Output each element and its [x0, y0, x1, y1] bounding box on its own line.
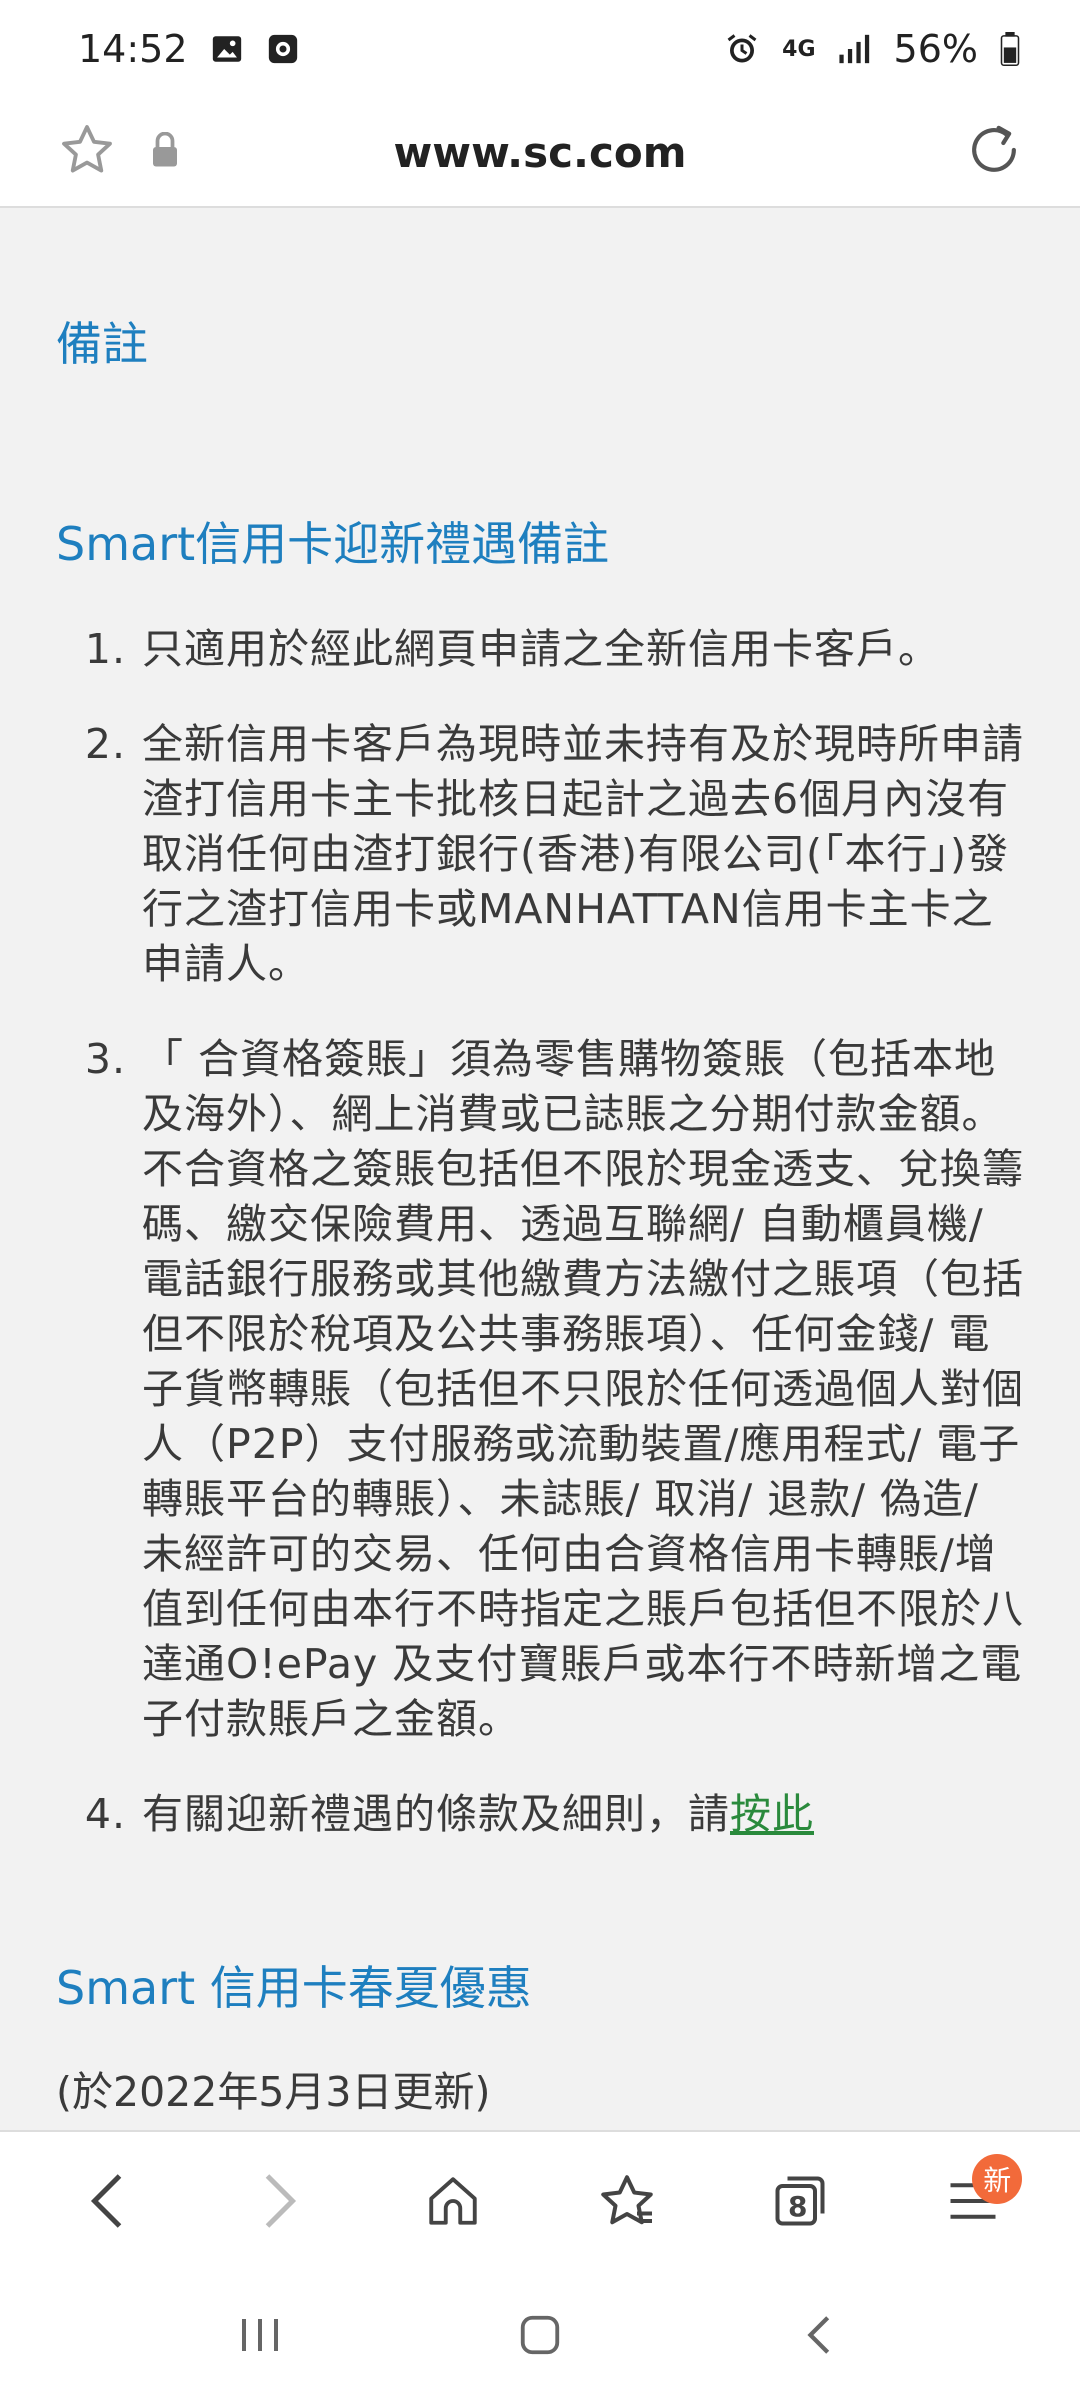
smart-card-welcome-heading: Smart信用卡迎新禮遇備註	[56, 517, 610, 571]
list-item-number: 3.	[84, 1035, 126, 1083]
status-time: 14:52	[78, 27, 188, 71]
list-item-text: 只適用於經此網頁申請之全新信用卡客戶。	[142, 625, 940, 673]
list-item-number: 4.	[84, 1790, 126, 1838]
reload-icon[interactable]	[966, 125, 1022, 182]
home-nav-icon	[520, 2315, 560, 2355]
forward-button[interactable]	[225, 2146, 335, 2256]
back-button[interactable]	[52, 2146, 162, 2256]
status-bar: 14:52 4G 56%	[0, 0, 1080, 98]
list-item-text: 有關迎新禮遇的條款及細則，請	[142, 1790, 730, 1838]
terms-link[interactable]: 按此	[730, 1790, 814, 1838]
chevron-left-icon	[90, 2174, 121, 2228]
bookmarks-button[interactable]	[572, 2146, 682, 2256]
bookmark-star-icon[interactable]	[58, 121, 116, 183]
bookmarks-star-icon	[600, 2175, 653, 2225]
recent-apps-icon	[242, 2319, 278, 2351]
url-bar: www.sc.com	[0, 98, 1080, 208]
menu-button[interactable]: 新	[918, 2146, 1028, 2256]
battery-percent: 56%	[893, 27, 978, 71]
battery-icon	[1000, 32, 1020, 66]
lock-icon[interactable]	[150, 131, 180, 172]
status-left: 14:52	[78, 27, 300, 71]
list-item-text: 全新信用卡客戶為現時並未持有及於現時所申請渣打信用卡主卡批核日起計之過去6個月內…	[142, 720, 1024, 988]
page-content[interactable]: 備註 Smart信用卡迎新禮遇備註 1. 只適用於經此網頁申請之全新信用卡客戶。…	[0, 208, 1080, 2130]
recent-apps-button[interactable]	[200, 2285, 320, 2385]
notes-heading: 備註	[56, 317, 148, 371]
tabs-count: 8	[787, 2190, 808, 2223]
back-nav-button[interactable]	[760, 2285, 880, 2385]
list-item: 2. 全新信用卡客戶為現時並未持有及於現時所申請渣打信用卡主卡批核日起計之過去6…	[56, 717, 1024, 992]
screen-recorder-icon	[266, 32, 300, 66]
status-right: 4G 56%	[724, 27, 1020, 71]
back-nav-icon	[807, 2316, 830, 2354]
list-item: 1. 只適用於經此網頁申請之全新信用卡客戶。	[56, 622, 1024, 677]
list-item-text-container: 有關迎新禮遇的條款及細則，請按此	[142, 1787, 1024, 1842]
alarm-icon	[724, 31, 760, 67]
update-note: (於2022年5月3日更新)	[56, 2068, 491, 2116]
home-button[interactable]	[398, 2146, 508, 2256]
system-nav-bar	[0, 2270, 1080, 2400]
list-item-text: 「 合資格簽賬」須為零售購物簽賬（包括本地及海外）、網上消費或已誌賬之分期付款金…	[142, 1035, 1024, 1743]
list-item-number: 2.	[84, 720, 126, 768]
home-nav-button[interactable]	[480, 2285, 600, 2385]
new-badge: 新	[972, 2154, 1023, 2204]
browser-toolbar: 8 新	[0, 2130, 1080, 2270]
spring-summer-offer-heading: Smart 信用卡春夏優惠	[56, 1961, 532, 2015]
signal-icon	[838, 34, 872, 64]
notes-list: 1. 只適用於經此網頁申請之全新信用卡客戶。 2. 全新信用卡客戶為現時並未持有…	[56, 622, 1024, 1842]
url-right	[966, 122, 1022, 182]
url-left	[58, 121, 180, 183]
list-item: 3. 「 合資格簽賬」須為零售購物簽賬（包括本地及海外）、網上消費或已誌賬之分期…	[56, 1032, 1024, 1747]
gallery-icon	[210, 32, 244, 66]
home-icon	[429, 2177, 477, 2225]
chevron-right-icon	[265, 2174, 297, 2228]
list-item: 4. 有關迎新禮遇的條款及細則，請按此	[56, 1787, 1024, 1842]
tabs-button[interactable]: 8	[745, 2146, 855, 2256]
network-type: 4G	[782, 36, 816, 62]
list-item-number: 1.	[84, 625, 126, 673]
